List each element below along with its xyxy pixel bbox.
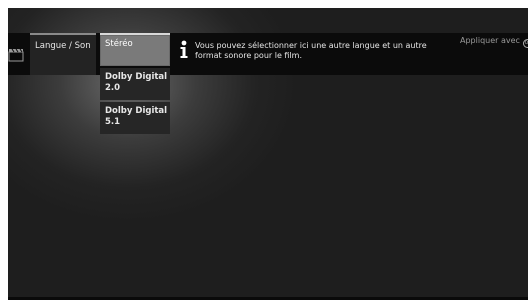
info-text: Vous pouvez sélectionner ici une autre l… (195, 41, 427, 60)
bottom-edge (8, 297, 528, 300)
apply-hint: Appliquer avec OK (460, 36, 528, 48)
apply-label: Appliquer avec (460, 36, 520, 45)
menu-item-language-sound[interactable]: Langue / Son (30, 33, 96, 75)
option-label: Dolby Digital 5.1 (105, 106, 168, 127)
ok-button-icon: OK (523, 39, 528, 48)
menu-item-label: Langue / Son (35, 41, 91, 51)
audio-format-submenu: Stéréo Dolby Digital 2.0 Dolby Digital 5… (100, 33, 170, 134)
info-icon (179, 40, 189, 59)
tv-menu-screen: Langue / Son Stéréo Dolby Digital 2.0 Do… (8, 8, 528, 300)
film-clapper-icon (8, 47, 25, 62)
info-panel: Vous pouvez sélectionner ici une autre l… (173, 33, 453, 75)
option-dolby-digital-5-1[interactable]: Dolby Digital 5.1 (100, 102, 170, 134)
option-dolby-digital-2-0[interactable]: Dolby Digital 2.0 (100, 68, 170, 100)
option-label: Stéréo (105, 39, 133, 49)
option-label: Dolby Digital 2.0 (105, 72, 168, 93)
option-stereo[interactable]: Stéréo (100, 33, 170, 66)
